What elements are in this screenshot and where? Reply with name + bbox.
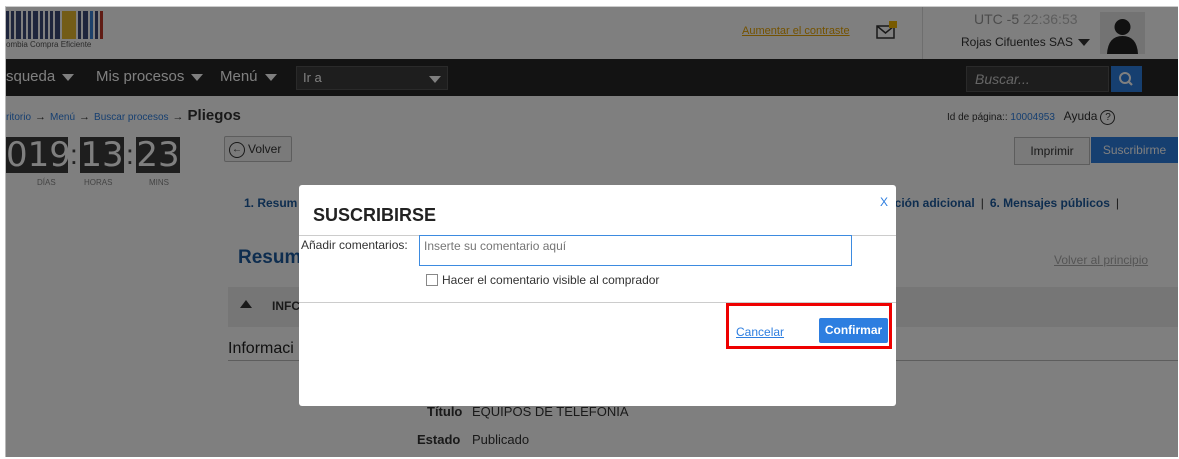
visible-to-buyer-checkbox[interactable] [426, 274, 438, 286]
close-icon[interactable]: X [880, 195, 888, 209]
checkbox-label: Hacer el comentario visible al comprador [442, 273, 660, 287]
browser-content: ombia Compra Eficiente Aumentar el contr… [5, 6, 1178, 457]
dialog-title: SUSCRIBIRSE [313, 205, 437, 225]
highlight-box [726, 303, 892, 349]
subscribe-dialog: SUSCRIBIRSE X Añadir comentarios: Hacer … [299, 185, 896, 406]
comment-label: Añadir comentarios: [301, 238, 408, 252]
comment-input[interactable] [419, 235, 852, 266]
